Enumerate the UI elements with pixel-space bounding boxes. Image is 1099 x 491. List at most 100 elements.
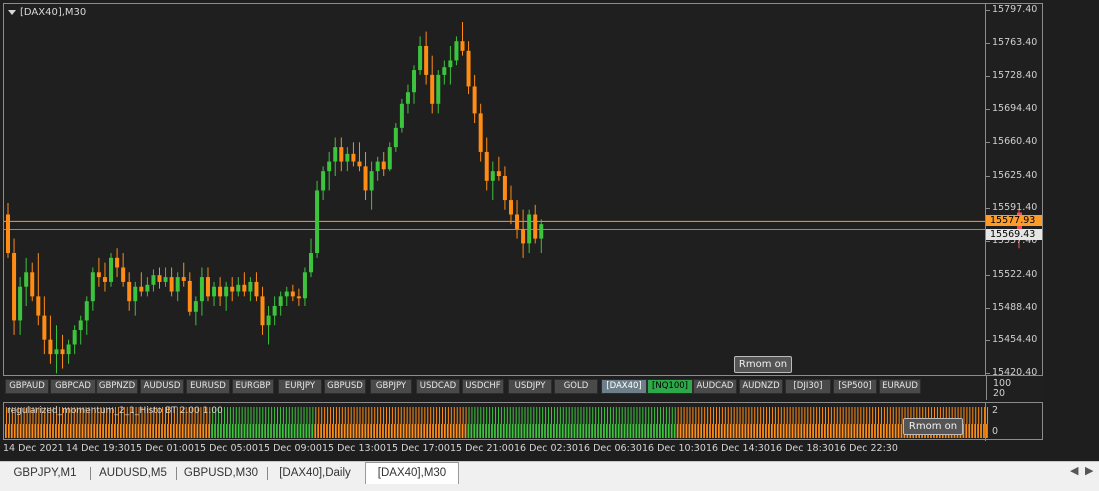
candle-body (18, 286, 23, 321)
time-axis-label: 15 Dec 17:00 (386, 443, 450, 454)
chart-tab-3[interactable]: [DAX40],Daily (269, 464, 361, 482)
symbol-button-usdjpy[interactable]: USDJPY (508, 379, 552, 394)
histogram-signal-line (338, 407, 340, 424)
histogram-signal-line (553, 407, 555, 424)
symbol-button-gbpnzd[interactable]: GBPNZD (96, 379, 138, 394)
chart-title[interactable]: [DAX40],M30 (8, 7, 86, 18)
histogram-bar (102, 424, 104, 438)
symbol-button-audcad[interactable]: AUDCAD (693, 379, 737, 394)
histogram-signal-line (822, 407, 824, 424)
histogram-bar (874, 424, 876, 438)
chart-tab-4[interactable]: [DAX40],M30 (365, 462, 459, 484)
histogram-signal-line (521, 407, 523, 424)
price-chart-pane[interactable]: [DAX40],M30 15797.40 15763.40 15728.40 1569… (3, 3, 1044, 378)
price-axis-tick (986, 241, 990, 243)
candle-body (145, 284, 150, 292)
symbol-button-eurgbp[interactable]: EURGBP (232, 379, 274, 394)
candle-body (218, 286, 223, 297)
histogram-signal-line (789, 407, 791, 424)
histogram-signal-line (677, 407, 679, 424)
candle-body (66, 344, 71, 355)
price-axis-label: 15454.40 (992, 334, 1038, 346)
candle-body (127, 281, 132, 302)
tab-scroll-left-icon[interactable]: ◀ (1070, 464, 1078, 477)
histogram-bar (738, 424, 741, 438)
price-axis[interactable]: 15797.40 15763.40 15728.40 15694.40 15660.40… (985, 4, 1042, 378)
time-axis-label: 14 Dec 2021 (3, 443, 64, 454)
histogram-bar (278, 424, 281, 438)
histogram-bar (452, 424, 455, 438)
histogram-bar (290, 424, 293, 438)
symbol-button-gbpusd[interactable]: GBPUSD (324, 379, 366, 394)
chart-tab-0[interactable]: GBPJPY,M1 (2, 464, 88, 482)
symbol-button-audnzd[interactable]: AUDNZD (739, 379, 783, 394)
candle-body (96, 272, 101, 278)
histogram-bar (111, 424, 113, 438)
histogram-bar (240, 424, 243, 438)
histogram-signal-line (318, 407, 320, 424)
symbol-button-gbpaud[interactable]: GBPAUD (5, 379, 49, 394)
histogram-bar (700, 424, 703, 438)
tab-scroll-right-icon[interactable]: ▶ (1085, 464, 1093, 477)
candle-body (515, 214, 520, 229)
indicator-pane[interactable]: regularized_momentum_2_1_Histo BT 2.00 1… (3, 402, 1043, 441)
symbol-button-audusd[interactable]: AUDUSD (140, 379, 184, 394)
histogram-signal-line (674, 407, 676, 424)
histogram-bar (715, 424, 717, 438)
histogram-bar (178, 424, 181, 438)
symbol-button-sp500[interactable]: [SP500] (833, 379, 877, 394)
symbol-button-usdchf[interactable]: USDCHF (462, 379, 504, 394)
candle-body (502, 175, 507, 201)
histogram-bar (43, 424, 46, 438)
chart-tab-1[interactable]: AUDUSD,M5 (92, 464, 174, 482)
candlestick-chart[interactable] (4, 4, 1044, 377)
rmom-toggle-button[interactable]: Rmom on (734, 356, 792, 373)
price-axis-label: 15522.40 (992, 268, 1038, 280)
histogram-signal-line (262, 407, 264, 424)
histogram-bar (364, 424, 367, 438)
indicator-rmom-button[interactable]: Rmom on (903, 418, 963, 435)
chart-tab-2[interactable]: GBPUSD,M30 (177, 464, 265, 482)
histogram-bar (782, 424, 785, 438)
histogram-bar (208, 424, 211, 438)
histogram-signal-line (465, 407, 467, 424)
symbol-button-eurusd[interactable]: EURUSD (186, 379, 230, 394)
symbol-button-gold[interactable]: GOLD (554, 379, 598, 394)
symbol-button-nq100[interactable]: [NQ100] (647, 379, 693, 394)
histogram-bar (66, 424, 69, 438)
symbol-button-dax40[interactable]: [DAX40] (601, 379, 647, 394)
histogram-bar (161, 424, 163, 438)
histogram-bar (19, 424, 22, 438)
histogram-signal-line (665, 407, 667, 424)
symbol-button-gbpcad[interactable]: GBPCAD (50, 379, 96, 394)
price-axis-label: 15488.40 (992, 301, 1038, 313)
histogram-signal-line (409, 407, 411, 424)
histogram-bar (16, 424, 19, 438)
candle-body (369, 171, 374, 191)
histogram-signal-line (745, 407, 747, 424)
histogram-bar (511, 424, 514, 438)
histogram-signal-line (391, 407, 393, 424)
histogram-bar (606, 424, 608, 438)
histogram-signal-line (824, 407, 826, 424)
histogram-signal-line (586, 407, 588, 424)
histogram-bar (385, 424, 387, 438)
candle-body (272, 305, 277, 316)
symbol-button-gbpjpy[interactable]: GBPJPY (370, 379, 412, 394)
symbol-button-eurjpy[interactable]: EURJPY (278, 379, 322, 394)
histogram-signal-line (609, 407, 611, 424)
histogram-signal-line (545, 407, 547, 424)
histogram-bar (455, 424, 458, 438)
histogram-bar (526, 424, 529, 438)
symbol-button-dji30[interactable]: [DJI30] (785, 379, 831, 394)
candle-body (181, 277, 186, 281)
histogram-signal-line (839, 407, 841, 424)
symbol-button-usdcad[interactable]: USDCAD (416, 379, 460, 394)
histogram-bar (888, 424, 891, 438)
histogram-signal-line (845, 407, 847, 424)
histogram-signal-line (707, 407, 709, 424)
histogram-signal-line (450, 407, 452, 424)
collapse-triangle-icon[interactable] (8, 9, 16, 15)
symbol-button-euraud[interactable]: EURAUD (879, 379, 921, 394)
histogram-bar (600, 424, 602, 438)
